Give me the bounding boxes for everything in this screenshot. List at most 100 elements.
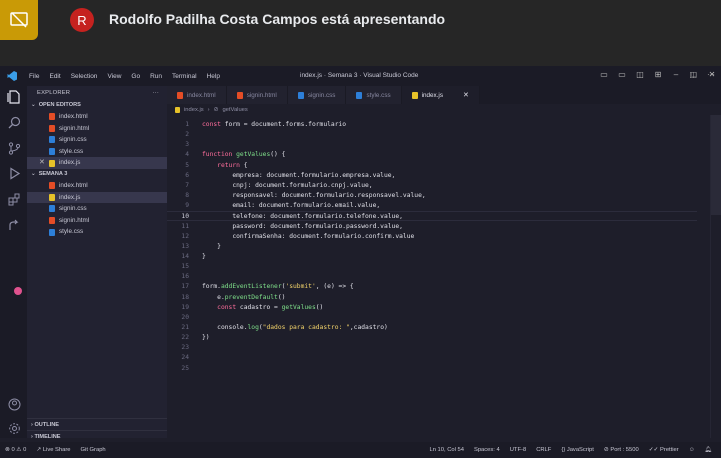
html-file-icon bbox=[49, 124, 55, 132]
code-editor[interactable]: 1 const form = document.forms.formulario 2… bbox=[167, 115, 721, 438]
code-line: 20 bbox=[167, 313, 697, 323]
feedback-icon[interactable]: ☺ bbox=[684, 447, 700, 453]
html-file-icon bbox=[49, 113, 55, 121]
menu-item-go[interactable]: Go bbox=[126, 73, 145, 80]
indentation[interactable]: Spaces: 4 bbox=[469, 447, 505, 453]
css-file-icon bbox=[297, 91, 304, 99]
prettier-status[interactable]: ✓✓ Prettier bbox=[644, 447, 684, 453]
breadcrumb-file[interactable]: index.js bbox=[184, 107, 204, 113]
breadcrumb: index.js › ⊘ getValues bbox=[167, 104, 248, 115]
code-text: } bbox=[202, 242, 221, 250]
file-name: style.css bbox=[59, 228, 84, 236]
scrollbar-thumb[interactable] bbox=[711, 115, 721, 215]
file-item[interactable]: index.html bbox=[27, 180, 167, 192]
menu-item-selection[interactable]: Selection bbox=[66, 73, 103, 80]
problems-count: 0 ⚠ 0 bbox=[11, 447, 27, 453]
live-server-port[interactable]: ⊘ Port : 5500 bbox=[599, 447, 644, 453]
toggle-panel-icon[interactable]: ▭ bbox=[617, 69, 627, 79]
close-editor-icon[interactable]: ✕ bbox=[39, 157, 45, 169]
file-item[interactable]: index.html bbox=[27, 111, 167, 123]
outline-label: OUTLINE bbox=[34, 422, 59, 428]
notifications-icon[interactable]: 🔔︎ bbox=[700, 447, 717, 453]
layout-icon[interactable]: ⊞ bbox=[653, 69, 663, 79]
meet-presenter-bar: R Rodolfo Padilha Costa Campos está apre… bbox=[0, 0, 721, 66]
open-editors-label: OPEN EDITORS bbox=[38, 102, 81, 108]
menu-item-view[interactable]: View bbox=[102, 73, 126, 80]
open-editors-list: index.html signin.html signin.css style.css… bbox=[27, 111, 167, 169]
file-name: index.html bbox=[59, 113, 88, 120]
code-line: 1 const form = document.forms.formulario bbox=[167, 120, 697, 130]
code-line: 24 bbox=[167, 353, 697, 363]
tab-signin-html[interactable]: signin.html bbox=[226, 86, 288, 104]
code-line: 8 responsavel: document.formulario.respo… bbox=[167, 191, 697, 201]
stop-presenting-icon[interactable] bbox=[0, 0, 38, 40]
menu-item-run[interactable]: Run bbox=[145, 73, 167, 80]
code-line: 14} bbox=[167, 252, 697, 262]
open-editors-section[interactable]: ⌄ OPEN EDITORS bbox=[27, 100, 167, 111]
file-name: index.js bbox=[59, 159, 81, 167]
source-control-icon[interactable] bbox=[6, 140, 22, 156]
file-item[interactable]: signin.css bbox=[27, 203, 167, 215]
menu-item-help[interactable]: Help bbox=[202, 73, 225, 80]
css-file-icon bbox=[49, 136, 55, 144]
tab-index-js[interactable]: index.js ✕ bbox=[401, 86, 480, 104]
chevron-right-icon: › bbox=[31, 422, 33, 428]
file-item[interactable]: style.css bbox=[27, 146, 167, 158]
menu-item-terminal[interactable]: Terminal bbox=[167, 73, 202, 80]
file-item[interactable]: signin.html bbox=[27, 215, 167, 227]
file-name: style.css bbox=[59, 147, 84, 155]
line-number: 22 bbox=[181, 334, 189, 342]
tab-index-html[interactable]: index.html bbox=[167, 86, 227, 104]
encoding[interactable]: UTF-8 bbox=[505, 447, 531, 453]
more-actions-icon[interactable]: ··· bbox=[153, 86, 159, 100]
line-number: 19 bbox=[181, 303, 189, 311]
code-line: 10 telefone: document.formulario.telefon… bbox=[167, 211, 697, 222]
file-item[interactable]: signin.css bbox=[27, 134, 167, 146]
git-graph-status[interactable]: Git Graph bbox=[76, 447, 111, 453]
line-number: 8 bbox=[185, 192, 189, 200]
file-item[interactable]: ✕ index.js bbox=[27, 157, 167, 169]
more-editor-actions-icon[interactable]: ··· bbox=[707, 70, 715, 79]
live-share-status[interactable]: ↗ Live Share bbox=[31, 447, 75, 453]
split-layout-icon[interactable]: ◫ bbox=[635, 69, 645, 79]
file-item[interactable]: style.css bbox=[27, 226, 167, 238]
timeline-section[interactable]: › TIMELINE bbox=[27, 430, 167, 442]
outline-section[interactable]: › OUTLINE bbox=[27, 418, 167, 430]
code-text: email: document.formulario.email.value, bbox=[202, 202, 381, 210]
code-line: 7 cnpj: document.formulario.cnpj.value, bbox=[167, 181, 697, 191]
file-item[interactable]: signin.html bbox=[27, 123, 167, 135]
code-line: 13 } bbox=[167, 242, 697, 252]
extensions-badge bbox=[14, 287, 22, 295]
menu-item-edit[interactable]: Edit bbox=[44, 73, 65, 80]
minimize-icon[interactable]: – bbox=[671, 69, 681, 79]
menu-item-file[interactable]: File bbox=[24, 73, 44, 80]
close-tab-icon[interactable]: ✕ bbox=[463, 91, 469, 99]
extensions-icon[interactable] bbox=[6, 191, 22, 207]
search-icon[interactable] bbox=[6, 114, 22, 130]
tab-label: signin.html bbox=[246, 91, 277, 99]
end-of-line[interactable]: CRLF bbox=[531, 447, 556, 453]
code-line: 5 return { bbox=[167, 161, 697, 171]
toggle-sidebar-icon[interactable]: ▭ bbox=[599, 69, 609, 79]
line-number: 13 bbox=[181, 242, 189, 250]
accounts-icon[interactable] bbox=[6, 396, 22, 412]
cursor-position[interactable]: Ln 10, Col 54 bbox=[424, 447, 468, 453]
code-line: 22}) bbox=[167, 333, 697, 343]
run-debug-icon[interactable] bbox=[6, 165, 22, 181]
explorer-icon[interactable] bbox=[6, 89, 22, 105]
live-share-icon[interactable] bbox=[6, 217, 22, 233]
split-editor-icon[interactable]: ◫ bbox=[689, 70, 697, 79]
breadcrumb-symbol[interactable]: getValues bbox=[222, 107, 247, 113]
line-number: 6 bbox=[185, 171, 189, 179]
file-item[interactable]: index.js bbox=[27, 191, 167, 204]
folder-section[interactable]: ⌄ SEMANA 3 bbox=[27, 169, 167, 180]
problems-status[interactable]: ⊗ 0 ⚠ 0 bbox=[0, 447, 31, 453]
code-text: empresa: document.formulario.empresa.val… bbox=[202, 171, 396, 179]
tab-style-css[interactable]: style.css bbox=[346, 86, 402, 104]
code-text: password: document.formulario.password.v… bbox=[202, 222, 403, 230]
tab-label: index.js bbox=[421, 91, 443, 99]
tab-signin-css[interactable]: signin.css bbox=[287, 86, 347, 104]
settings-gear-icon[interactable] bbox=[6, 420, 22, 436]
language-mode[interactable]: {} JavaScript bbox=[556, 447, 599, 453]
line-number: 21 bbox=[181, 324, 189, 331]
